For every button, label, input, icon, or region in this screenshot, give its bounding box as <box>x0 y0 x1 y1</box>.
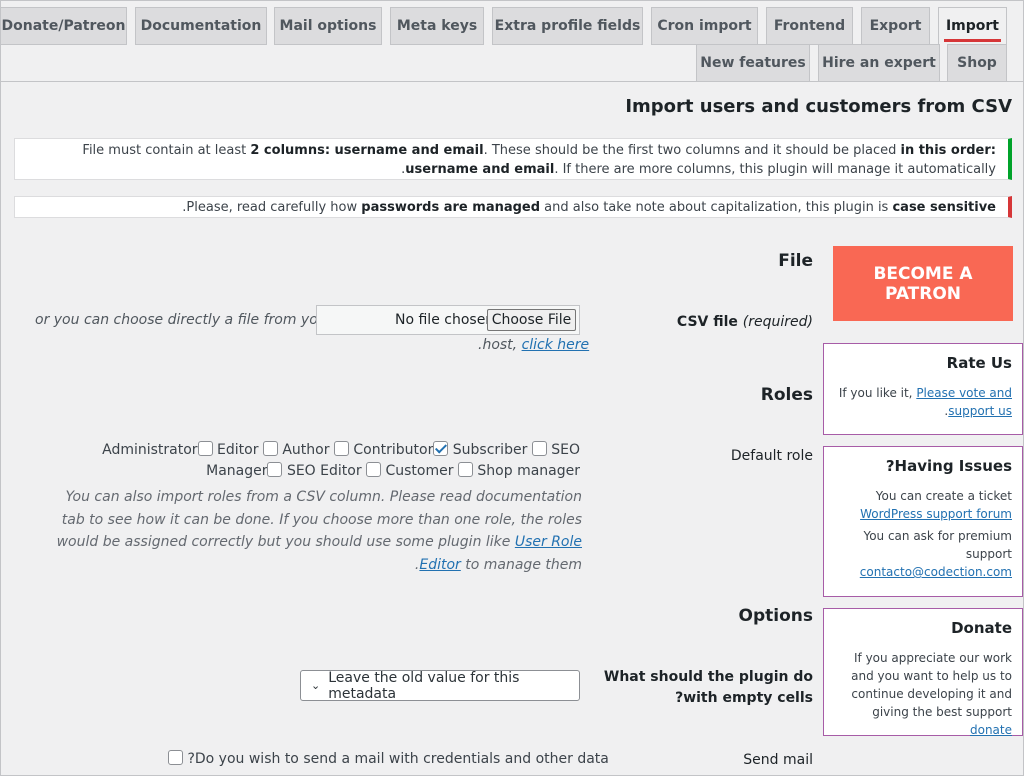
patron-line-1: BECOME A <box>873 263 973 284</box>
no-file-chosen-text: No file chosen <box>395 312 495 328</box>
send-mail-row: Do you wish to send a mail with credenti… <box>168 750 609 767</box>
rate-us-title: Rate Us <box>946 354 1012 372</box>
role-checkbox[interactable] <box>197 441 213 456</box>
role-checkbox[interactable] <box>457 462 473 477</box>
tab-documentation[interactable]: Documentation <box>135 7 267 45</box>
alt-file-host-text: host, <box>482 337 522 353</box>
role-shop-manager: Shop manager <box>477 463 580 479</box>
empty-cells-label: What should the plugin do with empty cel… <box>603 669 813 706</box>
role-checkbox[interactable] <box>267 462 283 477</box>
notice-passwords: Please, read carefully how passwords are… <box>14 196 1012 218</box>
notice-columns-bold1: 2 columns: username and email <box>250 143 484 158</box>
role-seo-editor: SEO Editor <box>286 462 382 479</box>
choose-file-button[interactable]: Choose File <box>487 309 576 331</box>
tab-mail-options[interactable]: Mail options <box>274 7 382 45</box>
tab-donate-patreon[interactable]: Donate/Patreon <box>0 7 127 45</box>
role-label: Customer <box>385 463 454 479</box>
role-label: Author <box>282 442 330 458</box>
send-mail-checkbox[interactable] <box>168 750 183 765</box>
empty-cells-value: Leave the old value for this metadata <box>328 669 520 702</box>
role-label: Shop manager <box>477 463 580 479</box>
having-issues-card: Having Issues? You can create a ticket W… <box>823 446 1023 597</box>
options-heading: Options <box>738 606 813 626</box>
click-here-link[interactable]: click here <box>522 337 590 353</box>
chevron-down-icon: ⌄ <box>311 679 321 692</box>
donate-text: If you appreciate our work and you want … <box>832 649 1012 739</box>
role-label: Subscriber <box>452 442 528 458</box>
alt-file-text: or you can choose directly a file from y… <box>35 312 333 328</box>
rate-us-card: Rate Us If you like it, Please vote and … <box>823 343 1023 435</box>
empty-cells-select[interactable]: ⌄ Leave the old value for this metadata <box>300 669 580 702</box>
role-administrator: Administrator <box>102 441 213 458</box>
tab-cron-import[interactable]: Cron import <box>651 7 758 45</box>
donate-link[interactable]: donate <box>970 723 1012 737</box>
issues-text-2: You can ask for premium support <box>863 529 1012 561</box>
support-email-link[interactable]: contacto@codection.com <box>860 565 1012 579</box>
vote-support-link[interactable]: Please vote and support us <box>916 386 1012 418</box>
role-checkbox[interactable] <box>262 441 278 456</box>
donate-title: Donate <box>951 619 1012 637</box>
role-author: Author <box>282 441 349 458</box>
wordpress-support-forum-link[interactable]: WordPress support forum <box>860 507 1012 521</box>
role-checkbox-checked[interactable] <box>433 441 449 456</box>
notice-passwords-bold2: case sensitive <box>892 200 996 215</box>
role-checkbox[interactable] <box>531 441 547 456</box>
file-heading: File <box>778 251 813 271</box>
notice-columns-text2: . These should be the first two columns … <box>483 143 901 158</box>
roles-help-text: You can also import roles from a CSV col… <box>50 486 582 576</box>
having-issues-title: Having Issues? <box>885 457 1012 475</box>
role-contributor: Contributor <box>353 441 449 458</box>
role-label: Administrator <box>102 442 198 458</box>
tab-hire-an-expert[interactable]: Hire an expert <box>818 44 940 82</box>
tab-export[interactable]: Export <box>861 7 930 45</box>
tab-shop[interactable]: Shop <box>947 44 1007 82</box>
default-role-label: Default role <box>730 448 813 464</box>
csv-required-text: (required) <box>742 314 813 330</box>
donate-text-body: If you appreciate our work and you want … <box>851 651 1012 719</box>
csv-file-label: CSV file (required) <box>677 314 813 330</box>
role-editor: Editor <box>217 441 278 458</box>
issues-text-1: You can create a ticket <box>875 489 1012 503</box>
notice-passwords-text: Please, read carefully how <box>186 200 362 215</box>
tab-meta-keys[interactable]: Meta keys <box>390 7 484 45</box>
role-label: SEO Editor <box>286 463 362 479</box>
role-customer: Customer <box>385 462 473 479</box>
role-label: Contributor <box>353 442 434 458</box>
alt-file-text-2: host, click here. <box>478 337 589 353</box>
donate-card: Donate If you appreciate our work and yo… <box>823 608 1023 739</box>
tab-import[interactable]: Import <box>938 7 1007 45</box>
tab-extra-profile-fields[interactable]: Extra profile fields <box>492 7 643 45</box>
rate-us-text: If you like it, Please vote and support … <box>832 384 1012 420</box>
become-patron-button[interactable]: BECOME A PATRON <box>833 246 1013 321</box>
page-title: Import users and customers from CSV <box>625 96 1012 117</box>
csv-file-label-text: CSV file <box>676 314 738 330</box>
notice-passwords-bold1: passwords are managed <box>361 200 541 215</box>
tab-frontend[interactable]: Frontend <box>766 7 853 45</box>
role-checkbox[interactable] <box>333 441 349 456</box>
rate-us-text-body: If you like it, <box>838 386 917 400</box>
role-subscriber: Subscriber <box>452 441 547 458</box>
patron-line-2: PATRON <box>884 283 962 304</box>
roles-help-text-1: You can also import roles from a CSV col… <box>56 489 582 550</box>
notice-columns-text: File must contain at least <box>82 143 251 158</box>
role-checkbox[interactable] <box>366 462 382 477</box>
tab-new-features[interactable]: New features <box>696 44 810 82</box>
notice-passwords-text2: and also take note about capitalization,… <box>540 200 893 215</box>
send-mail-text: Do you wish to send a mail with credenti… <box>187 751 609 767</box>
roles-checkbox-list: Administrator Editor Author Contributor … <box>80 440 580 482</box>
send-mail-label: Send mail <box>743 752 813 768</box>
csv-file-input[interactable]: No file chosen Choose File <box>316 305 580 335</box>
tabs-divider <box>0 81 1024 82</box>
roles-heading: Roles <box>760 385 813 405</box>
notice-columns: File must contain at least 2 columns: us… <box>14 138 1012 180</box>
role-label: Editor <box>217 442 259 458</box>
